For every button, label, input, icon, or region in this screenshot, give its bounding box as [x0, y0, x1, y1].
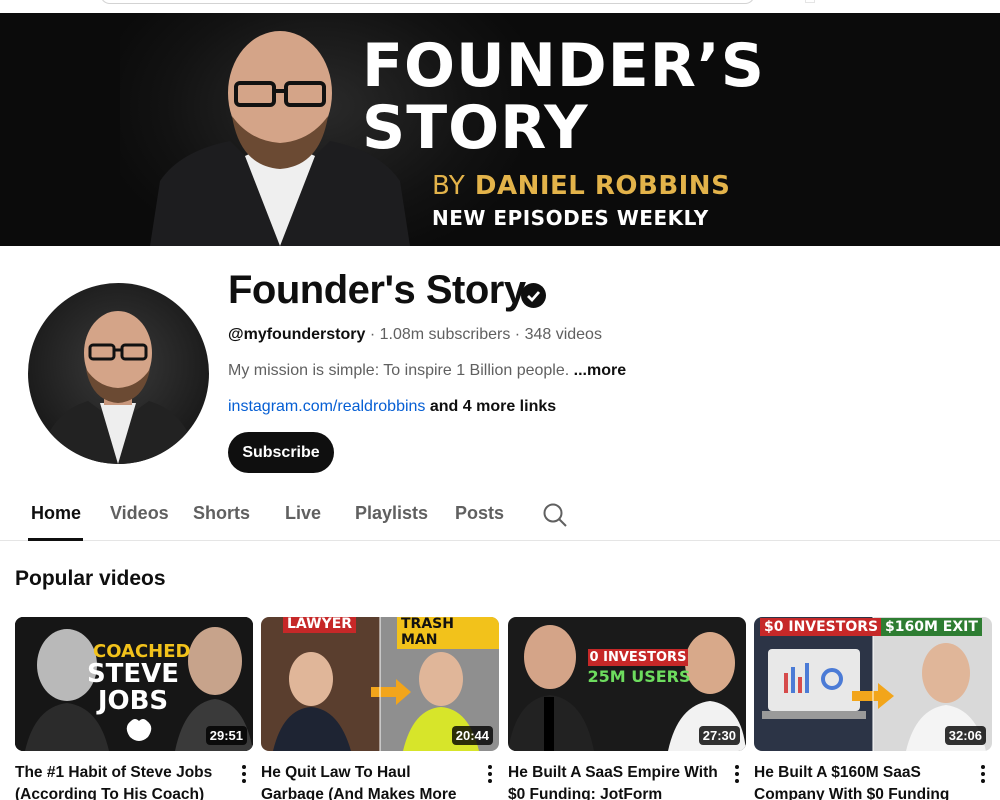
video-title[interactable]: He Quit Law To Haul Garbage (And Makes M… [261, 762, 476, 800]
more-links[interactable]: and 4 more links [425, 398, 556, 415]
tab-home[interactable]: Home [31, 503, 81, 524]
banner-tagline: NEW EPISODES WEEKLY [432, 206, 709, 230]
tab-videos[interactable]: Videos [110, 503, 169, 524]
video-duration: 32:06 [944, 726, 986, 745]
tab-shorts[interactable]: Shorts [193, 503, 250, 524]
video-thumbnail[interactable]: LAWYER TRASH MAN 20:44 [261, 617, 499, 751]
search-icon[interactable] [542, 502, 568, 528]
subscribe-button[interactable]: Subscribe [228, 432, 334, 473]
description-text: My mission is simple: To inspire 1 Billi… [228, 362, 574, 379]
channel-stats: · 1.08m subscribers · 348 videos [365, 326, 602, 343]
channel-handle: @myfounderstory [228, 326, 366, 343]
more-actions-icon[interactable] [487, 765, 493, 785]
video-title[interactable]: He Built A SaaS Empire With $0 Funding: … [508, 762, 723, 800]
instagram-link[interactable]: instagram.com/realdrobbins [228, 398, 425, 415]
video-thumbnail[interactable]: 0 INVESTORS 25M USERS 27:30 [508, 617, 746, 751]
verified-check-icon [521, 283, 546, 308]
tab-live[interactable]: Live [285, 503, 321, 524]
channel-name: Founder's Story [228, 268, 526, 312]
channel-meta: @myfounderstory · 1.08m subscribers · 34… [228, 326, 602, 344]
video-title[interactable]: The #1 Habit of Steve Jobs (According To… [15, 762, 230, 800]
more-actions-icon[interactable] [980, 765, 986, 785]
video-card[interactable]: 0 INVESTORS 25M USERS 27:30 He Built A S… [508, 617, 746, 800]
voice-search-edge[interactable] [805, 0, 815, 3]
thumb-tag-left: $0 INVESTORS [760, 618, 883, 636]
thumb-tag-left: LAWYER [283, 617, 357, 633]
banner-byline: BY DANIEL ROBBINS [432, 171, 730, 201]
video-thumbnail[interactable]: COACHED STEVE JOBS 29:51 [15, 617, 253, 751]
banner-title-line2: STORY [362, 93, 589, 163]
video-thumbnail[interactable]: $0 INVESTORS $160M EXIT 32:06 [754, 617, 992, 751]
active-tab-indicator [28, 538, 83, 541]
banner-by: BY [432, 171, 466, 201]
channel-links: instagram.com/realdrobbins and 4 more li… [228, 398, 556, 416]
tab-playlists[interactable]: Playlists [355, 503, 428, 524]
video-duration: 27:30 [698, 726, 740, 745]
thumb-caption-1: 0 INVESTORS [588, 649, 688, 666]
video-title[interactable]: He Built A $160M SaaS Company With $0 Fu… [754, 762, 969, 800]
channel-banner: FOUNDER’S STORY BY DANIEL ROBBINS NEW EP… [0, 13, 1000, 246]
video-card[interactable]: COACHED STEVE JOBS 29:51 The #1 Habit of… [15, 617, 253, 800]
video-card[interactable]: $0 INVESTORS $160M EXIT 32:06 He Built A… [754, 617, 992, 800]
channel-tabs: Home Videos Shorts Live Playlists Posts [0, 488, 1000, 541]
section-title: Popular videos [15, 567, 166, 590]
tab-posts[interactable]: Posts [455, 503, 504, 524]
search-box-edge[interactable] [100, 0, 755, 4]
thumb-tag-right: TRASH MAN [397, 617, 499, 649]
banner-title-line1: FOUNDER’S [362, 31, 765, 101]
channel-avatar[interactable] [28, 283, 209, 464]
thumb-caption-2: STEVE JOBS [86, 659, 180, 716]
thumb-tag-right: $160M EXIT [881, 618, 982, 636]
channel-description[interactable]: My mission is simple: To inspire 1 Billi… [228, 362, 626, 380]
masthead-edge [0, 0, 1000, 13]
banner-author: DANIEL ROBBINS [474, 171, 731, 201]
avatar-portrait [38, 311, 199, 464]
description-more-link[interactable]: ...more [574, 362, 626, 379]
video-card[interactable]: LAWYER TRASH MAN 20:44 He Quit Law To Ha… [261, 617, 499, 800]
video-duration: 20:44 [451, 726, 493, 745]
more-actions-icon[interactable] [241, 765, 247, 785]
thumb-caption-2: 25M USERS [587, 667, 691, 686]
more-actions-icon[interactable] [734, 765, 740, 785]
video-duration: 29:51 [205, 726, 247, 745]
